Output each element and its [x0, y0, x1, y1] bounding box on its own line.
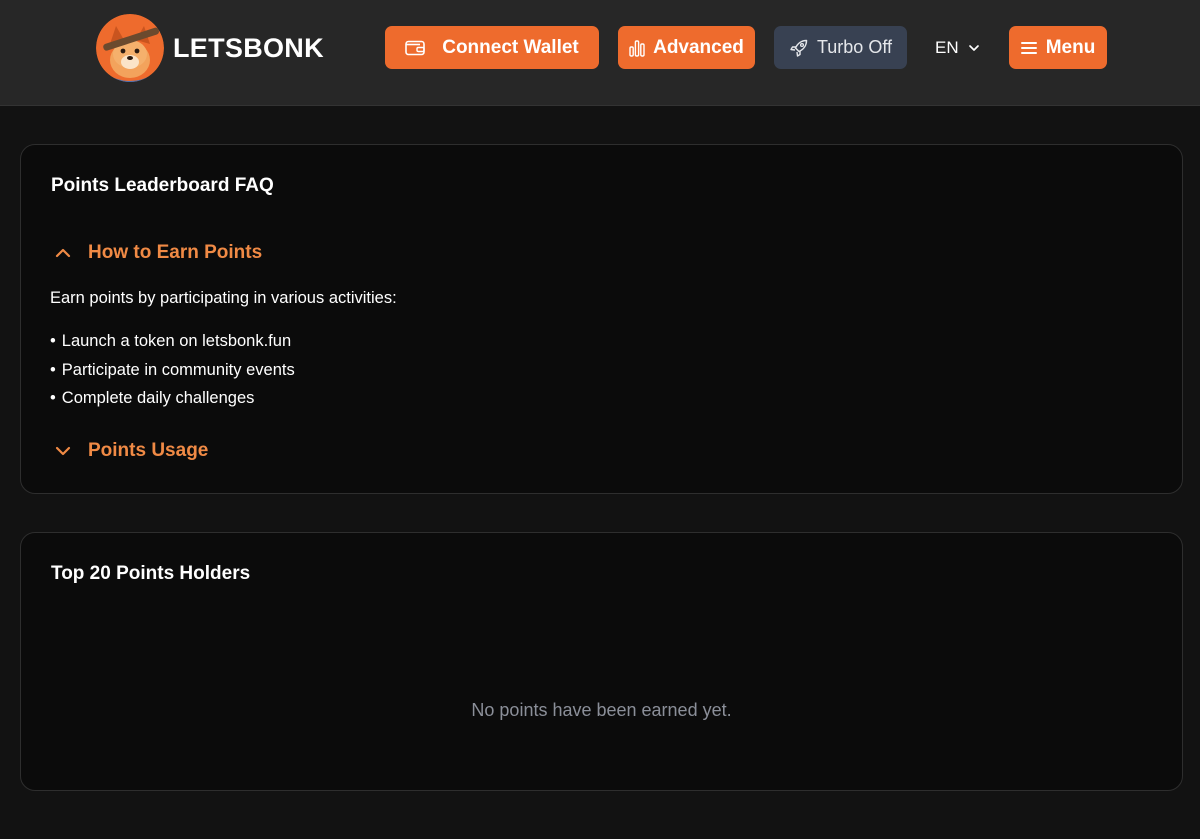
faq-section-how-to-earn-toggle[interactable]: How to Earn Points [55, 242, 262, 264]
faq-title: Points Leaderboard FAQ [51, 175, 274, 196]
language-selector[interactable]: EN [935, 36, 980, 60]
connect-wallet-button[interactable]: Connect Wallet [385, 26, 599, 69]
advanced-button[interactable]: Advanced [618, 26, 755, 69]
leaderboard-empty-message: No points have been earned yet. [471, 700, 732, 720]
faq-section-heading: Points Usage [88, 440, 209, 461]
chevron-down-icon [55, 446, 71, 456]
wallet-icon [405, 40, 426, 55]
hamburger-icon [1020, 41, 1037, 54]
faq-card: Points Leaderboard FAQ How to Earn Point… [20, 144, 1183, 494]
leaderboard-card: Top 20 Points Holders No points have bee… [20, 532, 1183, 791]
advanced-label: Advanced [653, 36, 744, 58]
list-item: Complete daily challenges [50, 388, 295, 417]
faq-section-points-usage-toggle[interactable]: Points Usage [55, 440, 208, 462]
menu-button[interactable]: Menu [1009, 26, 1107, 69]
list-item: Participate in community events [50, 360, 295, 389]
brand-name: LETSBONK [173, 32, 324, 63]
top-nav-bar: LETSBONK Connect Wallet Advanced Turbo O… [0, 0, 1200, 106]
turbo-toggle-button[interactable]: Turbo Off [774, 26, 907, 69]
language-label: EN [935, 38, 959, 57]
turbo-label: Turbo Off [816, 37, 893, 57]
rocket-icon [790, 39, 808, 57]
brand-logo[interactable]: LETSBONK [96, 14, 324, 82]
faq-section-heading: How to Earn Points [88, 242, 263, 263]
bar-chart-icon [629, 39, 645, 57]
leaderboard-title: Top 20 Points Holders [51, 563, 251, 584]
chevron-down-icon [968, 45, 979, 51]
bonk-dog-avatar-icon [96, 14, 164, 82]
menu-label: Menu [1045, 36, 1096, 58]
chevron-up-icon [55, 248, 71, 258]
list-item: Launch a token on letsbonk.fun [50, 331, 295, 360]
connect-wallet-label: Connect Wallet [442, 36, 579, 58]
faq-section-intro: Earn points by participating in various … [50, 289, 397, 307]
faq-section-list: Launch a token on letsbonk.fun Participa… [50, 331, 295, 417]
